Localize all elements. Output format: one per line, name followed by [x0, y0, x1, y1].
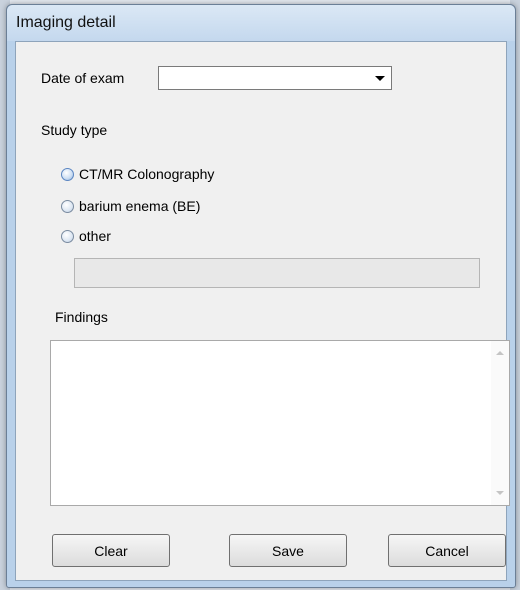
radio-label[interactable]: barium enema (BE)	[79, 198, 200, 214]
scroll-down-icon[interactable]	[496, 491, 504, 495]
other-study-type-field[interactable]	[74, 258, 480, 288]
dialog-content: Date of exam Study type CT/MR Colonograp…	[15, 41, 510, 581]
clear-button[interactable]: Clear	[52, 534, 170, 567]
save-button[interactable]: Save	[229, 534, 347, 567]
imaging-detail-dialog: Imaging detail Date of exam Study type C…	[6, 4, 516, 588]
scroll-up-icon[interactable]	[496, 351, 504, 355]
cancel-button[interactable]: Cancel	[388, 534, 506, 567]
findings-textarea[interactable]	[50, 340, 510, 506]
radio-barium-enema[interactable]: barium enema (BE)	[61, 196, 200, 216]
radio-button-icon[interactable]	[61, 199, 74, 213]
radio-label[interactable]: CT/MR Colonography	[79, 166, 214, 182]
radio-button-icon[interactable]	[61, 167, 74, 181]
dropdown-arrow-icon[interactable]	[375, 76, 385, 81]
radio-label[interactable]: other	[79, 228, 111, 244]
date-of-exam-label: Date of exam	[41, 70, 125, 86]
findings-scrollbar[interactable]	[491, 341, 509, 505]
radio-other[interactable]: other	[61, 226, 111, 246]
date-of-exam-dropdown[interactable]	[158, 66, 392, 90]
radio-ct-mr-colonography[interactable]: CT/MR Colonography	[61, 164, 214, 184]
radio-button-icon[interactable]	[61, 229, 74, 243]
findings-label: Findings	[55, 309, 108, 325]
dialog-title: Imaging detail	[16, 14, 116, 31]
study-type-label: Study type	[41, 122, 108, 138]
dialog-titlebar[interactable]: Imaging detail	[7, 5, 515, 41]
